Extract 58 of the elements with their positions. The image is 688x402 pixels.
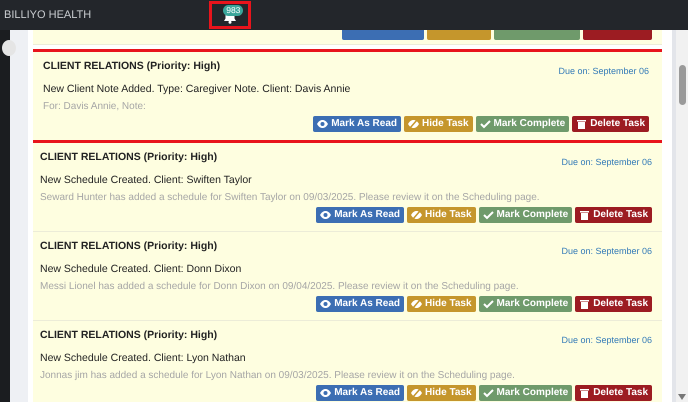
eye-icon (320, 388, 332, 398)
trash-icon (576, 119, 588, 129)
partial-button[interactable] (494, 30, 580, 40)
task-heading: CLIENT RELATIONS (Priority: High) (40, 151, 218, 164)
mark-as-read-button[interactable]: Mark As Read (316, 385, 404, 401)
check-icon (480, 119, 490, 129)
trash-icon (579, 299, 590, 309)
delete-task-button[interactable]: Delete Task (572, 116, 650, 132)
delete-task-button[interactable]: Delete Task (575, 385, 652, 401)
mark-complete-button[interactable]: Mark Complete (478, 385, 572, 401)
eye-icon (320, 210, 332, 220)
scrollbar[interactable] (676, 30, 688, 402)
eye-icon (317, 119, 328, 129)
task-message: New Schedule Created. Client: Swiften Taylor (40, 174, 253, 187)
check-icon (482, 299, 494, 309)
scroll-thumb[interactable] (679, 65, 686, 105)
scroll-down-icon[interactable] (678, 394, 686, 400)
task-message: New Client Note Added. Type: Caregiver Note. Client: Davis Annie (43, 83, 352, 96)
eye-slash-icon (411, 299, 422, 309)
mark-as-read-button[interactable]: Mark As Read (313, 116, 401, 132)
due-date: Due on: September 06 (561, 334, 652, 346)
hide-task-button[interactable]: Hide Task (407, 385, 476, 401)
avatar-edge (2, 40, 16, 56)
hide-task-button[interactable]: Hide Task (407, 207, 476, 223)
eye-slash-icon (408, 119, 419, 129)
hide-task-button[interactable]: Hide Task (407, 296, 476, 312)
notification-count: 983 (223, 5, 244, 16)
task-detail: For: Davis Annie, Note: (43, 100, 147, 113)
mark-complete-button[interactable]: Mark Complete (478, 207, 572, 223)
mark-as-read-button[interactable]: Mark As Read (316, 207, 404, 223)
check-icon (482, 388, 494, 398)
due-date: Due on: September 06 (558, 65, 650, 77)
mark-complete-button[interactable]: Mark Complete (476, 116, 570, 132)
eye-slash-icon (411, 388, 422, 398)
eye-slash-icon (411, 210, 422, 220)
mark-complete-button[interactable]: Mark Complete (478, 296, 572, 312)
task-heading: CLIENT RELATIONS (Priority: High) (40, 240, 218, 253)
check-icon (482, 210, 494, 220)
partial-button[interactable] (427, 30, 492, 40)
partial-button[interactable] (583, 30, 652, 40)
task-message: New Schedule Created. Client: Lyon Nathan (40, 352, 247, 365)
mark-as-read-button[interactable]: Mark As Read (316, 296, 404, 312)
task-detail: Messi Lionel has added a schedule for Donn Dixon on 09/04/2025. Please review it on the Scheduling page. (40, 280, 520, 293)
delete-task-button[interactable]: Delete Task (575, 207, 652, 223)
task-heading: CLIENT RELATIONS (Priority: High) (40, 329, 218, 342)
delete-task-button[interactable]: Delete Task (575, 296, 652, 312)
trash-icon (579, 388, 590, 398)
partial-button[interactable] (342, 30, 424, 40)
task-detail: Jonnas jim has added a schedule for Lyon Nathan on 09/03/2025. Please review it on the Scheduling page. (40, 369, 516, 382)
brand-name[interactable]: BILLIYO HEALTH (4, 6, 92, 24)
due-date: Due on: September 06 (561, 156, 652, 168)
task-message: New Schedule Created. Client: Donn Dixon (40, 263, 242, 276)
due-date: Due on: September 06 (561, 245, 652, 257)
hide-task-button[interactable]: Hide Task (404, 116, 472, 132)
task-heading: CLIENT RELATIONS (Priority: High) (43, 60, 220, 73)
trash-icon (579, 210, 590, 220)
eye-icon (320, 299, 332, 309)
task-detail: Seward Hunter has added a schedule for Swiften Taylor on 09/03/2025. Please review it on the Scheduling page. (40, 191, 541, 204)
